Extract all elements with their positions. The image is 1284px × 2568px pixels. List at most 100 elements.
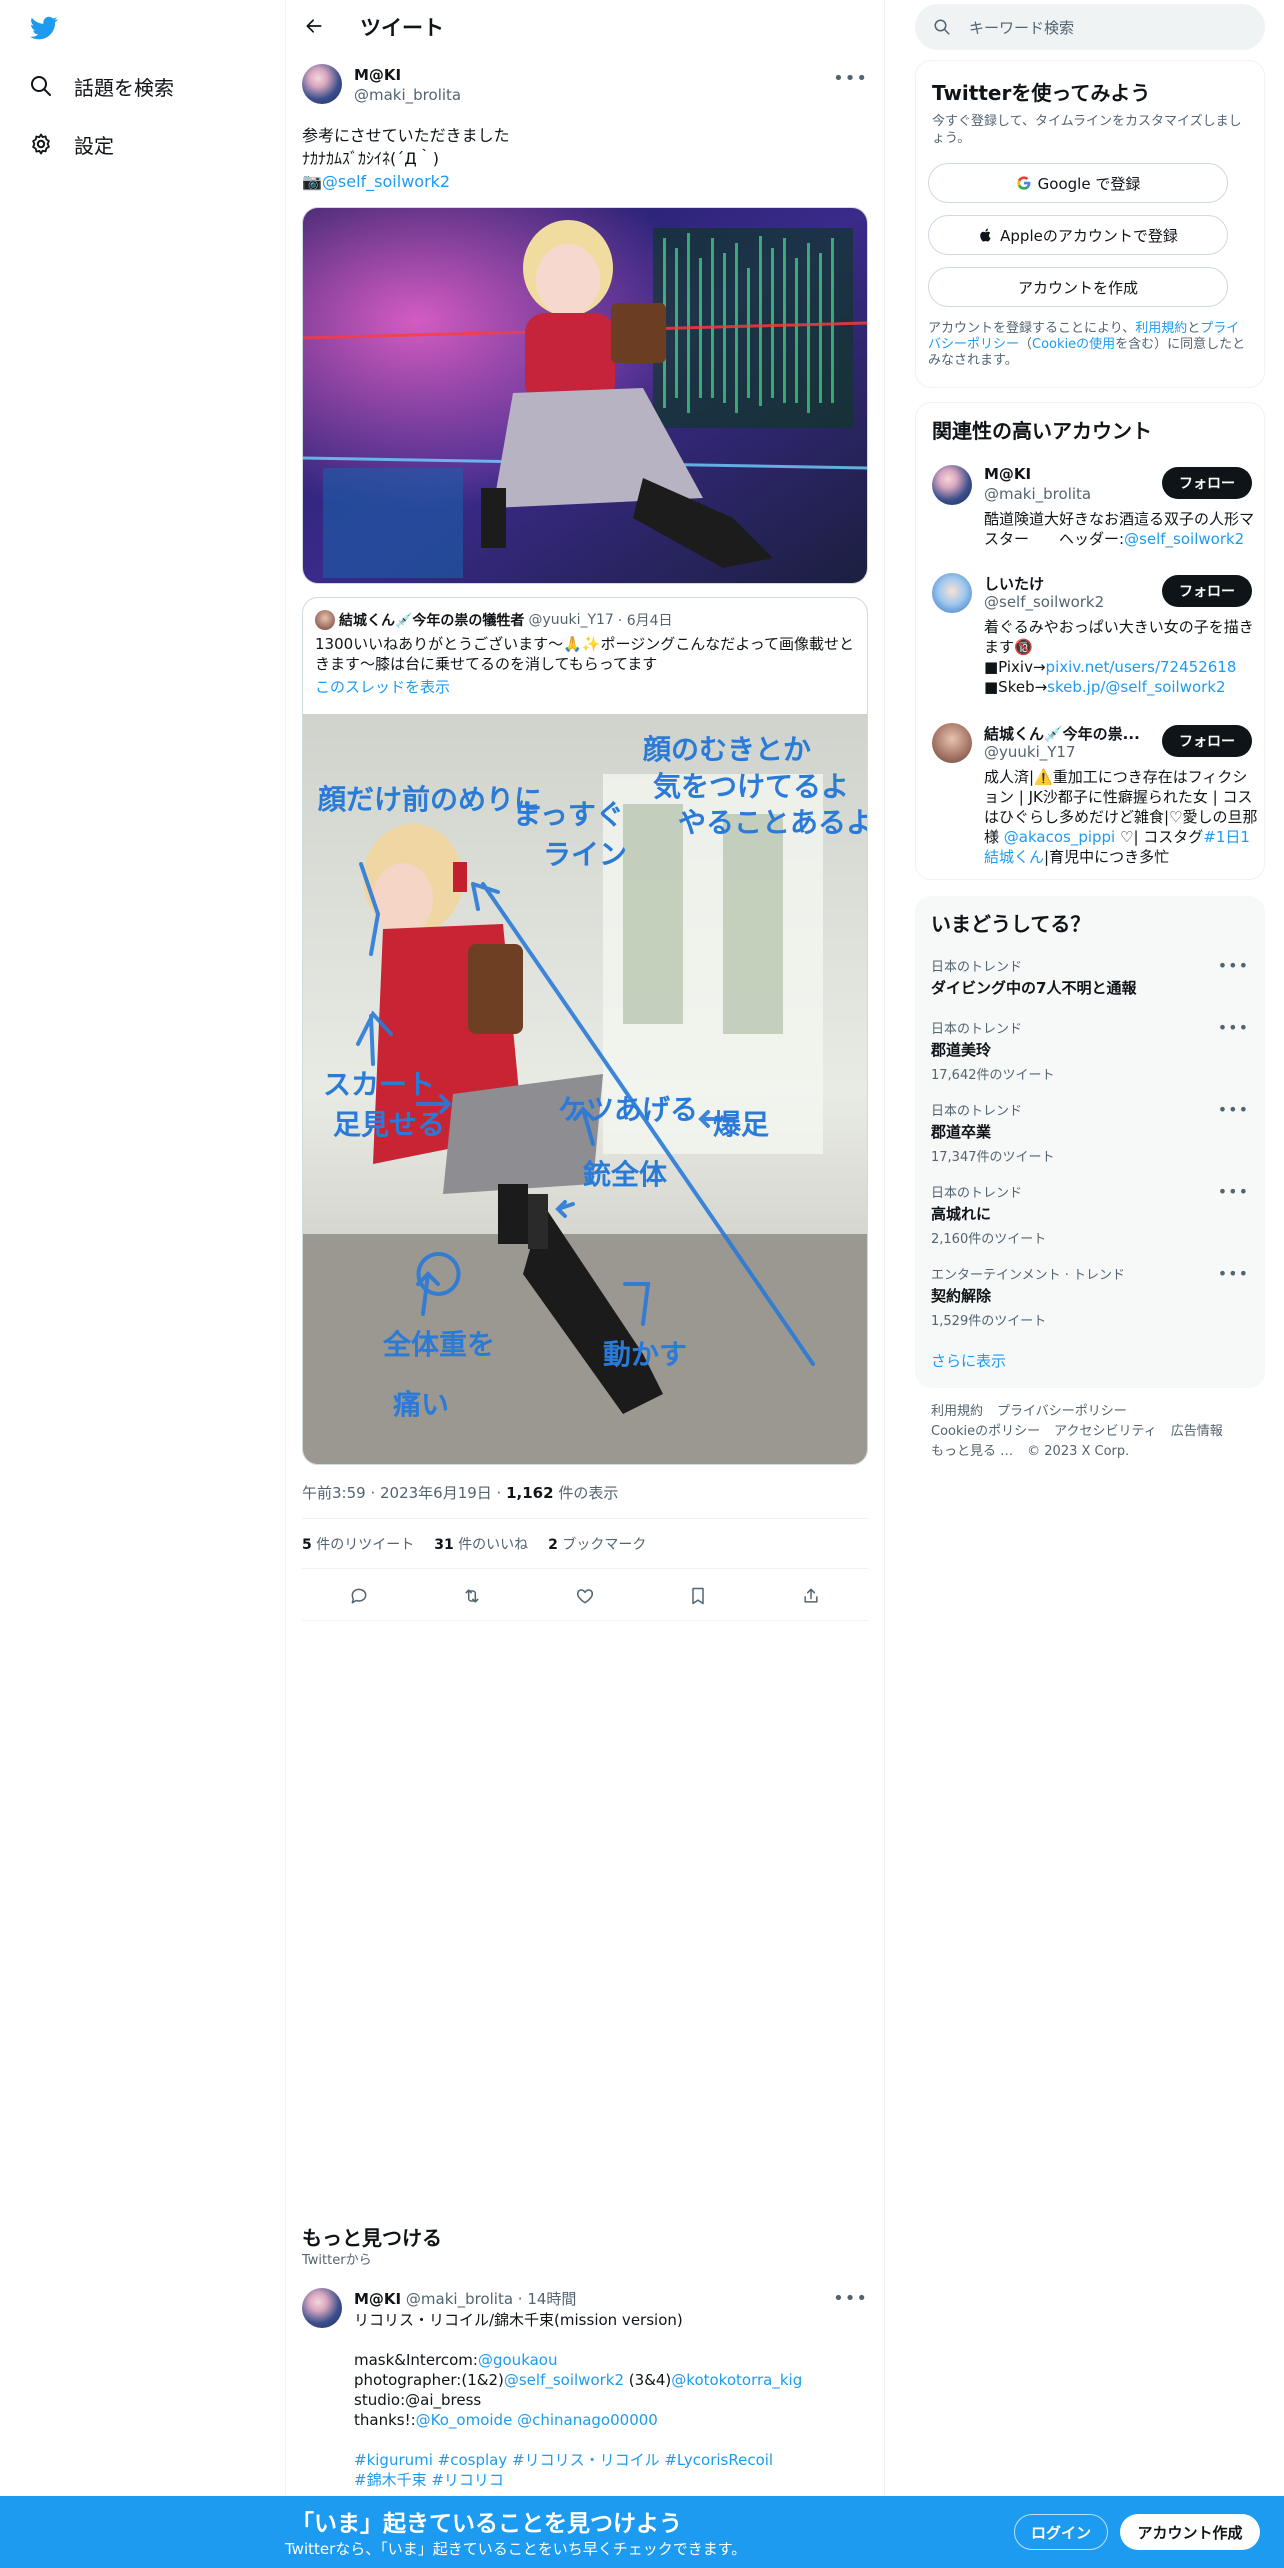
trend-more-icon[interactable]: ••• [1218, 1182, 1249, 1201]
tweet-actions [302, 1578, 868, 1614]
likes-count: 31 [434, 1537, 454, 1553]
like-heart-icon[interactable] [573, 1584, 597, 1608]
hashtag-line[interactable]: #錦木千束 #リコリコ [354, 2470, 854, 2490]
trend-category: 日本のトレンド [931, 1022, 1023, 1037]
discover-author-name[interactable]: M@KI [354, 2290, 401, 2308]
twitter-logo-icon[interactable] [28, 14, 60, 42]
account-name[interactable]: しいたけ [984, 573, 1044, 594]
annotation-text: やることあるよ [678, 806, 868, 839]
back-arrow-icon[interactable] [302, 14, 326, 38]
trend-item[interactable]: 日本のトレンド 高城れに 2,160件のツイート ••• [931, 1182, 1249, 1247]
author-name[interactable]: M@KI [354, 66, 401, 84]
follow-button[interactable]: フォロー [1162, 575, 1252, 607]
tweet-photo[interactable] [302, 207, 868, 584]
mention-link[interactable]: @self_soilwork2 [322, 172, 450, 191]
hashtag-line[interactable]: #kigurumi #cosplay #リコリス・リコイル #LycorisRe… [354, 2450, 854, 2470]
mention-link[interactable]: @chinanago00000 [517, 2411, 658, 2429]
author-handle[interactable]: @maki_brolita [354, 86, 461, 104]
apple-signup-label: Appleのアカウントで登録 [1000, 226, 1178, 245]
footer-link[interactable]: 広告情報 [1171, 1422, 1223, 1442]
more-options-icon[interactable]: ••• [833, 68, 868, 89]
account-avatar[interactable] [932, 465, 972, 505]
trend-item[interactable]: 日本のトレンド 郡道美玲 17,642件のツイート ••• [931, 1018, 1249, 1083]
search-input[interactable]: キーワード検索 [969, 17, 1074, 38]
trend-item[interactable]: 日本のトレンド 郡道卒業 17,347件のツイート ••• [931, 1100, 1249, 1165]
trend-more-icon[interactable]: ••• [1218, 1100, 1249, 1119]
footer-link[interactable]: アクセシビリティ [1054, 1422, 1157, 1442]
related-account[interactable]: M@KI @maki_brolita フォロー 酷道険道大好きなお酒這る双子の人… [932, 465, 1254, 555]
mention-link[interactable]: @self_soilwork2 [504, 2371, 624, 2389]
quoted-date: · 6月4日 [617, 613, 673, 629]
retweets-stat[interactable]: 5 件のリツイート [302, 1534, 414, 1554]
apple-signup-button[interactable]: Appleのアカウントで登録 [928, 215, 1228, 255]
mention-link[interactable]: @Ko_omoide [416, 2411, 513, 2429]
related-account[interactable]: 結城くん💉今年の祟... @yuuki_Y17 フォロー 成人済|⚠️重加工につ… [932, 723, 1258, 873]
bottom-bar-headline: 「いま」起きていることを見つけよう [291, 2511, 682, 2537]
follow-button[interactable]: フォロー [1162, 467, 1252, 499]
bio-text: ♡| コスタグ [1115, 828, 1204, 846]
trend-category: 日本のトレンド [931, 1104, 1023, 1119]
footer-link[interactable]: プライバシーポリシー [997, 1402, 1127, 1422]
terms-link[interactable]: 利用規約 [1135, 321, 1187, 336]
tweet-timestamp[interactable]: 午前3:59 · 2023年6月19日 · [302, 1484, 506, 1502]
trends-show-more[interactable]: さらに表示 [931, 1350, 1006, 1371]
mention-link[interactable]: @kotokotorra_kig [671, 2371, 802, 2389]
likes-stat[interactable]: 31 件のいいね [434, 1534, 528, 1554]
footer-link[interactable]: もっと見る … [931, 1442, 1013, 1462]
account-bio: 着ぐるみやおっぱい大きい女の子を描きます🔞 ■Pixiv→pixiv.net/u… [984, 617, 1258, 697]
share-icon[interactable] [799, 1584, 823, 1608]
create-account-label: アカウントを作成 [1017, 278, 1138, 297]
views-count: 1,162 [506, 1484, 554, 1502]
trend-name: 郡道美玲 [931, 1041, 992, 1059]
footer-link[interactable]: 利用規約 [931, 1402, 983, 1422]
footer-link[interactable]: Cookieのポリシー [931, 1422, 1040, 1442]
main-column: ツイート M@KI @maki_brolita ••• 参考にさせていただきまし… [285, 0, 885, 2568]
trend-category: エンターテインメント · トレンド [931, 1268, 1126, 1283]
trend-item[interactable]: エンターテインメント · トレンド 契約解除 1,529件のツイート ••• [931, 1264, 1249, 1329]
annotation-text: ライン [543, 838, 627, 871]
nav-explore-label: 話題を検索 [74, 75, 174, 100]
signup-button[interactable]: アカウント作成 [1120, 2514, 1260, 2550]
cookie-link[interactable]: Cookieの使用 [1032, 337, 1115, 352]
pixiv-link[interactable]: pixiv.net/users/72452618 [1046, 658, 1237, 676]
bio-link[interactable]: @self_soilwork2 [1124, 530, 1244, 548]
nav-explore[interactable]: 話題を検索 [28, 66, 174, 106]
trend-item[interactable]: 日本のトレンド ダイビング中の7人不明と通報 ••• [931, 956, 1249, 1016]
account-avatar[interactable] [932, 723, 972, 763]
author-avatar[interactable] [302, 64, 342, 104]
discover-line: thanks!:@Ko_omoide @chinanago00000 [354, 2411, 658, 2429]
trend-more-icon[interactable]: ••• [1218, 956, 1249, 975]
discover-author-meta: @maki_brolita · 14時間 [405, 2290, 577, 2308]
related-account[interactable]: しいたけ @self_soilwork2 フォロー 着ぐるみやおっぱい大きい女の… [932, 573, 1254, 703]
reply-icon[interactable] [347, 1584, 371, 1608]
account-name[interactable]: 結城くん💉今年の祟... [984, 723, 1140, 744]
search-bar[interactable]: キーワード検索 [915, 4, 1265, 50]
account-avatar[interactable] [932, 573, 972, 613]
mention-link[interactable]: @goukaou [478, 2351, 558, 2369]
trend-more-icon[interactable]: ••• [1218, 1018, 1249, 1037]
google-signup-button[interactable]: Google で登録 [928, 163, 1228, 203]
quoted-tweet[interactable]: 結城くん💉今年の祟の犠牲者 @yuuki_Y17 · 6月4日 1300いいねあ… [302, 597, 868, 1465]
bio-link[interactable]: @akacos_pippi [1004, 828, 1115, 846]
quoted-tweet-photo[interactable]: 顔だけ前のめりに まっすぐ ライン 顔のむきとか 気をつけてるよ やることあるよ… [303, 714, 868, 1464]
show-thread-link[interactable]: このスレッドを表示 [315, 676, 450, 697]
divider [302, 1518, 868, 1519]
discover-author-avatar[interactable] [302, 2288, 342, 2328]
trend-name: 郡道卒業 [931, 1123, 992, 1141]
skeb-link[interactable]: skeb.jp/@self_soilwork2 [1047, 678, 1225, 696]
discover-title: もっと見つける [302, 2226, 442, 2250]
follow-button[interactable]: フォロー [1162, 725, 1252, 757]
more-options-icon[interactable]: ••• [833, 2288, 868, 2309]
discover-subtitle: Twitterから [302, 2253, 372, 2268]
create-account-button[interactable]: アカウントを作成 [928, 267, 1228, 307]
bottom-bar-subline: Twitterなら、「いま」起きていることをいち早くチェックできます。 [285, 2540, 747, 2558]
account-name[interactable]: M@KI [984, 465, 1031, 483]
retweet-icon[interactable] [460, 1584, 484, 1608]
bookmark-icon[interactable] [686, 1584, 710, 1608]
login-button[interactable]: ログイン [1014, 2514, 1108, 2550]
trend-count: 1,529件のツイート [931, 1314, 1047, 1329]
nav-settings[interactable]: 設定 [28, 124, 114, 164]
trend-more-icon[interactable]: ••• [1218, 1264, 1249, 1283]
bookmarks-stat[interactable]: 2 ブックマーク [548, 1534, 646, 1554]
